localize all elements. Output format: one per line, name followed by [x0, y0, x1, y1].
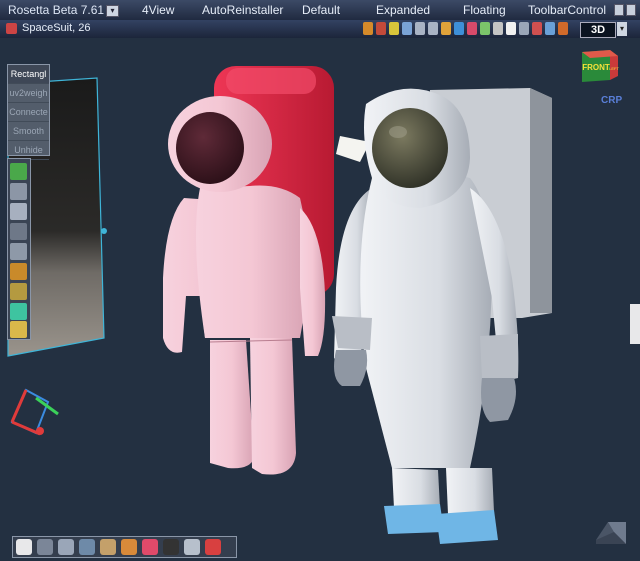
material-icon[interactable] — [467, 22, 477, 35]
plane-icon[interactable] — [10, 223, 27, 240]
view-mode-dropdown-icon[interactable]: ▾ — [617, 22, 627, 36]
app-menu-dropdown-icon[interactable]: ▾ — [106, 5, 119, 17]
undo-icon[interactable] — [415, 22, 425, 35]
grid-icon[interactable] — [454, 22, 464, 35]
redo-icon[interactable] — [428, 22, 438, 35]
layers-green-icon[interactable] — [10, 163, 27, 180]
box-icon[interactable] — [10, 203, 27, 220]
crp-label: CRP — [601, 95, 623, 106]
menu-floating[interactable]: Floating — [463, 3, 506, 17]
left-toolbar — [7, 158, 31, 340]
light-icon[interactable] — [480, 22, 490, 35]
command-smooth[interactable]: Smooth — [8, 122, 49, 141]
snap-icon[interactable] — [441, 22, 451, 35]
axis-gizmo[interactable] — [10, 388, 59, 436]
render-icon[interactable] — [506, 22, 516, 35]
view-cube-side-label: LEFT — [609, 66, 619, 71]
scene-name: SpaceSuit, 26 — [22, 22, 91, 34]
view-cube[interactable]: FRONT LEFT — [578, 46, 620, 86]
help-icon[interactable] — [545, 22, 555, 35]
nav-gizmo[interactable] — [594, 512, 628, 548]
menu-default[interactable]: Default — [302, 3, 340, 17]
menu-toolbarcontrol[interactable]: ToolbarControl — [528, 3, 606, 17]
offscreen-object — [630, 304, 640, 344]
uv-icon[interactable] — [10, 303, 27, 320]
select-tool-icon[interactable] — [402, 22, 412, 35]
camera-icon[interactable] — [493, 22, 503, 35]
brush-icon[interactable] — [10, 263, 27, 280]
menu-4view[interactable]: 4View — [142, 3, 174, 17]
command-connected[interactable]: Connecte — [8, 103, 49, 122]
scene-icon — [6, 23, 17, 34]
settings-icon[interactable] — [558, 22, 568, 35]
view-mode-button[interactable]: 3D — [580, 22, 616, 38]
cube-icon[interactable] — [10, 183, 27, 200]
toolbox-icon[interactable] — [205, 539, 221, 555]
3d-viewport[interactable]: FRONT LEFT CRP — [0, 38, 640, 561]
rotate-tool-icon[interactable] — [376, 22, 386, 35]
window-close-icon[interactable] — [626, 4, 636, 16]
command-uv2weight[interactable]: uv2weigh — [8, 84, 49, 103]
grid-plane-icon[interactable] — [10, 243, 27, 260]
move-tool-icon[interactable] — [363, 22, 373, 35]
cylinder-icon[interactable] — [58, 539, 74, 555]
color-palette-icon[interactable] — [142, 539, 158, 555]
deform-icon[interactable] — [100, 539, 116, 555]
sculpt-icon[interactable] — [10, 321, 27, 338]
delete-icon[interactable] — [532, 22, 542, 35]
grid-tool-icon[interactable] — [79, 539, 95, 555]
command-rectangle[interactable]: Rectangl — [8, 65, 49, 84]
pencil-icon[interactable] — [10, 283, 27, 300]
app-title: Rosetta Beta 7.61 — [8, 3, 105, 17]
scene-toolbar — [0, 20, 640, 39]
tools-icon[interactable] — [184, 539, 200, 555]
pointer-icon[interactable] — [16, 539, 32, 555]
bottom-toolbar — [12, 536, 237, 558]
window-minimize-icon[interactable] — [614, 4, 624, 16]
command-panel: Rectangl uv2weigh Connecte Smooth Unhide — [7, 64, 50, 160]
scale-tool-icon[interactable] — [389, 22, 399, 35]
sphere-icon[interactable] — [37, 539, 53, 555]
view-cube-front-label: FRONT — [582, 63, 610, 72]
layers-icon[interactable] — [519, 22, 529, 35]
menu-autoreinstaller[interactable]: AutoReinstaller — [202, 3, 283, 17]
people-icon[interactable] — [121, 539, 137, 555]
menu-expanded[interactable]: Expanded — [376, 3, 430, 17]
title-bar: Rosetta Beta 7.61 ▾ 4View AutoReinstalle… — [0, 0, 640, 21]
tire-icon[interactable] — [163, 539, 179, 555]
